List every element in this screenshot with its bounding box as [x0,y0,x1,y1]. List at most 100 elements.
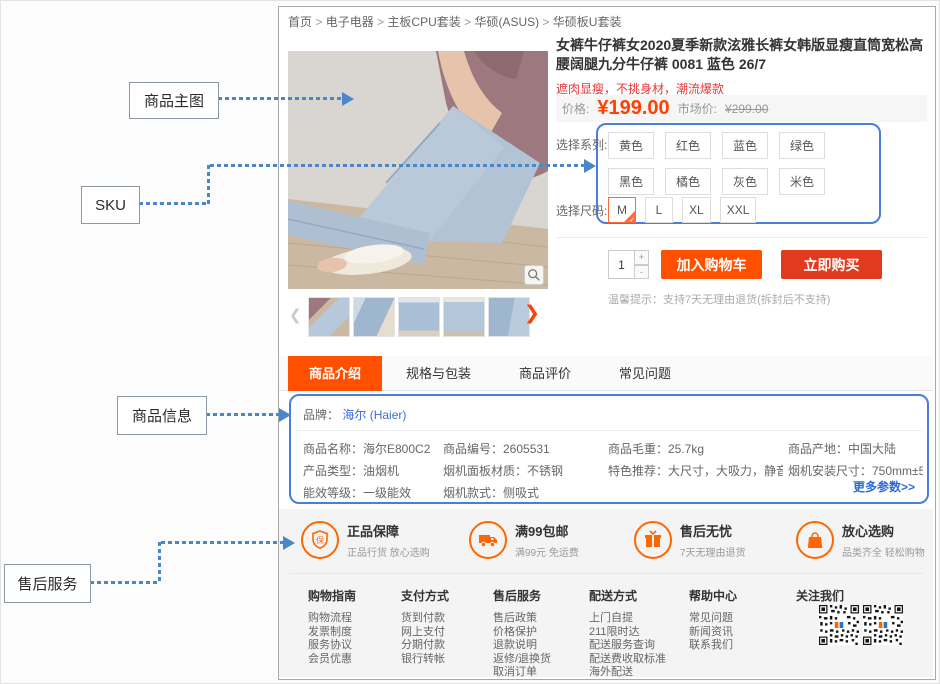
footer-link[interactable]: 新闻资讯 [689,626,737,640]
footer-column-shopping-guide: 购物指南 购物流程发票制度服务协议会员优惠 [308,587,356,666]
service-item: 满99包邮 满99元 免运费 [469,521,579,559]
footer-link[interactable]: 常见问题 [689,612,737,626]
breadcrumb-item[interactable]: 华硕(ASUS) [474,15,552,29]
price-value: ¥199.00 [597,97,669,120]
qr-code-icon [819,605,859,645]
annotation-label-main-image: 商品主图 [129,82,219,119]
footer-link[interactable]: 退款说明 [493,639,551,653]
brand-link[interactable]: 海尔 (Haier) [342,408,406,422]
footer-column-title: 购物指南 [308,587,356,604]
tab-item[interactable]: 规格与包装 [382,356,495,391]
footer-link[interactable]: 上门自提 [589,612,666,626]
spec-line: 能效等级：一级能效 [303,482,441,504]
thumbnail[interactable] [353,297,395,337]
footer-link[interactable]: 海外配送 [589,666,666,680]
size-option[interactable]: L [645,197,673,223]
service-item: 放心选购 品类齐全 轻松购物 [796,521,925,559]
arrow-sku-seg3 [210,164,584,167]
market-price-label: 市场价: [678,100,717,117]
return-policy-tip: 温馨提示：支持7天无理由退货(拆封后不支持) [608,291,830,307]
footer-link[interactable]: 取消订单 [493,666,551,680]
footer-link[interactable]: 货到付款 [401,612,449,626]
footer-link[interactable]: 发票制度 [308,626,356,640]
breadcrumb-item[interactable]: 电子电器 [326,15,388,29]
spec-line: 产品类型：油烟机 [303,460,441,482]
footer-column-title: 售后服务 [493,587,551,604]
footer-column-title: 帮助中心 [689,587,737,604]
quantity-increase-button[interactable]: + [635,250,649,265]
footer-column-delivery: 配送方式 上门自提211限时达配送服务查询配送费收取标准海外配送 [589,587,666,680]
footer-column-title: 配送方式 [589,587,666,604]
series-option[interactable]: 橘色 [665,168,711,195]
size-option[interactable]: XL [682,197,711,223]
series-option[interactable]: 蓝色 [722,132,768,159]
size-option[interactable]: XXL [720,197,757,223]
series-option[interactable]: 黄色 [608,132,654,159]
arrow-main-image [218,97,342,100]
series-option[interactable]: 红色 [665,132,711,159]
series-label: 选择系列: [556,136,607,153]
add-to-cart-button[interactable]: 加入购物车 [661,250,762,279]
footer-link[interactable]: 银行转帐 [401,653,449,667]
arrow-after-sales-seg3 [161,541,283,544]
footer-link[interactable]: 分期付款 [401,639,449,653]
price-label: 价格: [562,100,589,117]
breadcrumb-item[interactable]: 主板CPU套装 [387,15,474,29]
buy-now-button[interactable]: 立即购买 [781,250,882,279]
footer-link[interactable]: 网上支付 [401,626,449,640]
chevron-left-icon[interactable]: ❮ [289,306,302,324]
tab-item[interactable]: 商品介绍 [288,356,382,391]
service-title: 放心选购 [842,521,925,540]
service-item: 售后无忧 7天无理由退货 [634,521,746,559]
footer-column-help: 帮助中心 常见问题新闻资讯联系我们 [689,587,737,653]
footer-link[interactable]: 配送服务查询 [589,639,666,653]
tab-item[interactable]: 常见问题 [595,356,695,391]
footer-column-payment: 支付方式 货到付款网上支付分期付款银行转帐 [401,587,449,666]
tab-item[interactable]: 商品评价 [495,356,595,391]
quantity-stepper: + - [608,250,649,279]
spec-line: 商品毛重：25.7kg [608,438,783,460]
more-params-link[interactable]: 更多参数>> [853,478,915,495]
footer-link[interactable]: 配送费收取标准 [589,653,666,667]
arrowhead-sku [584,159,596,173]
brand-row: 品牌： 海尔 (Haier) [303,406,406,423]
product-main-image[interactable] [288,51,548,289]
series-option[interactable]: 米色 [779,168,825,195]
footer-link[interactable]: 售后政策 [493,612,551,626]
quantity-decrease-button[interactable]: - [635,265,649,280]
footer-link[interactable]: 会员优惠 [308,653,356,667]
annotation-label-sku: SKU [81,186,140,224]
thumbnail[interactable] [308,297,350,337]
gift-box-icon [634,521,672,559]
annotation-label-after-sales: 售后服务 [4,564,91,603]
arrow-product-info [206,413,279,416]
footer-link[interactable]: 服务协议 [308,639,356,653]
series-option[interactable]: 黑色 [608,168,654,195]
spec-column: 商品编号：2605531烟机面板材质：不锈钢烟机款式：侧吸式 [443,438,603,504]
footer-link[interactable]: 购物流程 [308,612,356,626]
thumbnail[interactable] [443,297,485,337]
thumbnail[interactable] [398,297,440,337]
chevron-right-icon[interactable]: ❯ [524,302,540,325]
series-option[interactable]: 灰色 [722,168,768,195]
quantity-input[interactable] [608,250,635,279]
spec-line: 烟机面板材质：不锈钢 [443,460,603,482]
footer-link[interactable]: 联系我们 [689,639,737,653]
breadcrumb-item[interactable]: 华硕板U套装 [553,15,622,29]
breadcrumb-item[interactable]: 首页 [288,15,326,29]
series-option[interactable]: 绿色 [779,132,825,159]
qr-codes [819,605,903,645]
service-title: 满99包邮 [515,521,579,540]
spec-line: 商品产地：中国大陆 [788,438,923,460]
product-title: 女裤牛仔裤女2020夏季新款泫雅长裤女韩版显瘦直筒宽松高腰阔腿九分牛仔裤 008… [556,36,930,74]
magnifier-icon[interactable] [524,265,544,285]
size-option[interactable]: M [608,197,636,223]
footer-section: 保 正品保障 正品行货 放心选购 满99包邮 满99元 免运费 [279,509,933,677]
footer-column-after-sales: 售后服务 售后政策价格保护退款说明返修/退换货取消订单 [493,587,551,680]
arrowhead-after-sales [283,536,295,550]
footer-link[interactable]: 返修/退换货 [493,653,551,667]
spec-line: 特色推荐：大尺寸，大吸力，静音… [608,460,783,482]
footer-link[interactable]: 价格保护 [493,626,551,640]
spec-column: 商品名称：海尔E800C2产品类型：油烟机能效等级：一级能效 [303,438,441,504]
footer-link[interactable]: 211限时达 [589,626,666,640]
